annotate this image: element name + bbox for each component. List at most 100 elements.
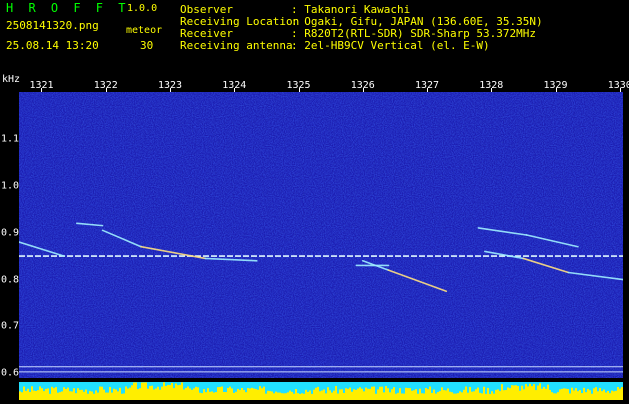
signal-bar xyxy=(237,388,239,400)
signal-bar xyxy=(267,390,269,400)
signal-bar xyxy=(517,385,519,400)
signal-bar xyxy=(405,387,407,400)
noise-texture xyxy=(19,92,623,378)
signal-bar xyxy=(95,390,97,400)
signal-bar xyxy=(537,385,539,400)
x-tick-label: 1330 xyxy=(607,80,629,91)
signal-bar xyxy=(83,391,85,400)
y-tick-label: 0.8 xyxy=(1,274,20,286)
signal-bar xyxy=(245,392,247,400)
signal-bar xyxy=(613,391,615,400)
signal-bar xyxy=(225,392,227,400)
signal-bar xyxy=(565,388,567,400)
signal-bar xyxy=(403,393,405,400)
signal-bar xyxy=(387,388,389,400)
signal-bar xyxy=(273,393,275,400)
signal-bar xyxy=(59,392,61,400)
signal-bar xyxy=(117,391,119,400)
signal-bar xyxy=(151,385,153,400)
signal-bar xyxy=(269,391,271,400)
signal-bar xyxy=(513,385,515,400)
signal-bar xyxy=(609,393,611,400)
signal-bar xyxy=(159,389,161,400)
signal-bar xyxy=(379,386,381,400)
signal-bar xyxy=(311,393,313,400)
signal-bar xyxy=(29,391,31,400)
signal-bar xyxy=(353,389,355,400)
signal-bar xyxy=(481,393,483,400)
signal-bar xyxy=(331,392,333,400)
signal-bar xyxy=(327,387,329,400)
signal-bar xyxy=(543,386,545,400)
signal-bar xyxy=(503,390,505,400)
signal-bar xyxy=(107,392,109,400)
signal-bar xyxy=(407,388,409,400)
signal-bar xyxy=(73,388,75,400)
signal-bar xyxy=(489,393,491,400)
signal-bar xyxy=(361,388,363,400)
signal-bar xyxy=(41,388,43,400)
signal-bar xyxy=(291,391,293,400)
signal-bar xyxy=(217,387,219,400)
signal-bar xyxy=(75,393,77,400)
signal-bar xyxy=(235,391,237,400)
signal-bar xyxy=(77,388,79,400)
signal-bar xyxy=(317,386,319,400)
signal-bar xyxy=(591,393,593,400)
signal-bar xyxy=(91,391,93,400)
signal-bar xyxy=(23,386,25,400)
signal-bar xyxy=(199,392,201,400)
signal-bar xyxy=(205,392,207,400)
signal-bar xyxy=(485,393,487,400)
signal-bar xyxy=(261,388,263,400)
signal-bar xyxy=(347,388,349,400)
signal-bar xyxy=(335,386,337,400)
signal-bar xyxy=(595,387,597,400)
signal-bar xyxy=(437,392,439,400)
signal-bar xyxy=(119,387,121,400)
signal-bar xyxy=(355,389,357,400)
signal-bar xyxy=(97,392,99,400)
signal-bar xyxy=(397,392,399,400)
signal-bar xyxy=(587,388,589,400)
signal-bar xyxy=(25,390,27,400)
signal-bar xyxy=(383,392,385,400)
signal-bar xyxy=(123,393,125,400)
signal-bar xyxy=(277,392,279,400)
signal-bar xyxy=(309,390,311,400)
signal-bar xyxy=(165,386,167,400)
signal-bar xyxy=(251,387,253,400)
signal-bar xyxy=(191,389,193,400)
spectrogram-plot xyxy=(19,92,623,378)
signal-bar xyxy=(47,388,49,400)
signal-bar xyxy=(615,390,617,400)
signal-bar xyxy=(439,391,441,400)
signal-bar xyxy=(453,393,455,400)
signal-bar xyxy=(39,386,41,400)
signal-bar xyxy=(341,389,343,400)
signal-bar xyxy=(45,388,47,400)
signal-bar xyxy=(569,393,571,400)
signal-bar xyxy=(233,392,235,400)
signal-bar xyxy=(329,390,331,400)
signal-bar xyxy=(99,386,101,400)
signal-bar xyxy=(377,389,379,400)
signal-bar xyxy=(499,391,501,400)
file-name: 2508141320.png xyxy=(6,19,99,32)
signal-bar xyxy=(509,388,511,400)
signal-bar xyxy=(337,393,339,400)
signal-bar xyxy=(447,388,449,400)
signal-bar xyxy=(375,393,377,400)
signal-bar xyxy=(465,386,467,400)
signal-bar xyxy=(505,390,507,400)
signal-bar xyxy=(369,388,371,400)
signal-bar xyxy=(443,390,445,400)
signal-bar xyxy=(561,388,563,400)
signal-bar xyxy=(133,382,135,400)
signal-bar xyxy=(71,391,73,400)
signal-bar xyxy=(195,386,197,400)
signal-bar xyxy=(115,389,117,400)
app-version: 1.0.0 xyxy=(127,3,158,14)
signal-bar xyxy=(209,391,211,400)
signal-bar xyxy=(395,393,397,400)
